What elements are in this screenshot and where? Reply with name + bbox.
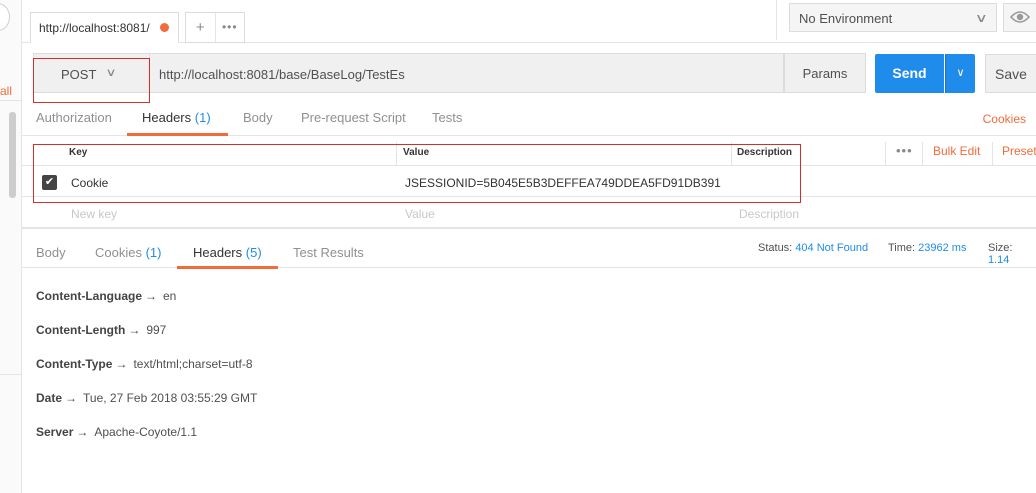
tab-label: Headers [193, 245, 243, 260]
time-info: Time: 23962 ms [888, 242, 966, 254]
left-panel-edge: all [0, 0, 22, 493]
more-options-icon[interactable]: ••• [896, 143, 913, 158]
response-header-key: Server [36, 425, 74, 439]
arrow-right-icon: → [76, 425, 89, 439]
scrollbar-thumb[interactable] [9, 112, 16, 198]
tab-headers[interactable]: Headers (1) [142, 110, 211, 125]
arrow-right-icon: → [115, 357, 128, 371]
size-label: Size: [988, 242, 1013, 254]
arrow-right-icon: → [128, 323, 141, 337]
arrow-right-icon: → [65, 391, 78, 405]
divider [0, 100, 22, 101]
save-button[interactable]: Save [985, 54, 1036, 93]
environment-area: No Environment ∨ [776, 0, 1036, 40]
active-tab-indicator [177, 266, 278, 269]
chevron-down-icon: ∨ [975, 11, 989, 25]
tab-label: Tests [432, 110, 463, 125]
tab-label: Pre-request Script [301, 110, 406, 125]
left-panel-round-button[interactable] [0, 3, 10, 31]
new-key-input[interactable]: New key [71, 207, 117, 221]
new-tab-icon[interactable]: + [186, 13, 216, 42]
eye-icon [1009, 11, 1031, 23]
tab-body[interactable]: Body [243, 110, 273, 125]
divider [0, 374, 22, 375]
url-value: http://localhost:8081/base/BaseLog/TestE… [159, 67, 405, 82]
tab-response-cookies[interactable]: Cookies (1) [95, 245, 161, 260]
tab-label: Cookies [95, 245, 142, 260]
time-value[interactable]: 23962 ms [918, 242, 966, 254]
response-header-item: Date → Tue, 27 Feb 2018 03:55:29 GMT [36, 391, 257, 405]
tab-label: Body [243, 110, 273, 125]
environment-selected-label: No Environment [799, 11, 893, 26]
highlight-box-headers [33, 144, 801, 203]
tab-label: Authorization [36, 110, 112, 125]
tab-label: Body [36, 245, 66, 260]
request-tabs: Authorization Headers (1) Body Pre-reque… [22, 100, 1036, 136]
request-tab-title: http://localhost:8081/ [39, 21, 150, 35]
params-button[interactable]: Params [784, 53, 866, 93]
status-label: Status: [758, 242, 793, 254]
cookies-link[interactable]: Cookies [983, 112, 1026, 126]
tab-test-results[interactable]: Test Results [293, 245, 364, 260]
tab-response-body[interactable]: Body [36, 245, 66, 260]
tab-pre-request-script[interactable]: Pre-request Script [301, 110, 406, 125]
response-header-key: Content-Length [36, 323, 126, 337]
more-options-icon[interactable]: ••• [216, 13, 245, 42]
unsaved-dot-icon [160, 23, 169, 32]
response-header-value: Apache-Coyote/1.1 [94, 425, 198, 439]
tab-authorization[interactable]: Authorization [36, 110, 112, 125]
active-tab-indicator [127, 133, 228, 136]
response-header-item: Content-Language → en [36, 289, 176, 303]
new-description-input[interactable]: Description [739, 207, 799, 221]
column-divider [885, 142, 886, 166]
response-header-key: Content-Type [36, 357, 113, 371]
arrow-right-icon: → [145, 289, 157, 303]
time-label: Time: [888, 242, 916, 254]
environment-select[interactable]: No Environment ∨ [789, 3, 997, 32]
tab-response-headers[interactable]: Headers (5) [193, 245, 262, 260]
tab-count: (1) [145, 245, 162, 260]
response-header-key: Content-Language [36, 289, 142, 303]
left-panel-link[interactable]: all [0, 84, 12, 98]
send-button[interactable]: Send [875, 54, 944, 93]
url-input[interactable]: http://localhost:8081/base/BaseLog/TestE… [150, 53, 784, 93]
tab-count: (5) [245, 245, 262, 260]
response-header-item: Server → Apache-Coyote/1.1 [36, 425, 197, 439]
response-header-value: text/html;charset=utf-8 [133, 357, 253, 371]
chevron-down-icon: ∨ [956, 67, 965, 79]
tab-label: Headers [142, 110, 192, 125]
new-value-input[interactable]: Value [405, 207, 435, 221]
column-divider [922, 142, 923, 166]
tab-count: (1) [194, 110, 211, 125]
presets-link[interactable]: Presets [1002, 144, 1036, 158]
highlight-box-method [33, 58, 150, 103]
request-tab[interactable]: http://localhost:8081/ [30, 12, 179, 43]
size-info: Size: 1.14 [988, 242, 1036, 266]
size-value[interactable]: 1.14 [988, 254, 1009, 266]
response-header-value: 997 [146, 323, 167, 337]
status-value[interactable]: 404 Not Found [795, 242, 868, 254]
status-info: Status: 404 Not Found [758, 242, 868, 254]
column-divider [992, 142, 993, 166]
response-header-key: Date [36, 391, 63, 405]
send-dropdown-button[interactable]: ∨ [945, 54, 975, 93]
environment-quick-look-button[interactable] [1003, 3, 1036, 32]
response-header-value: Tue, 27 Feb 2018 03:55:29 GMT [83, 391, 258, 405]
bulk-edit-link[interactable]: Bulk Edit [933, 144, 980, 158]
tab-tests[interactable]: Tests [432, 110, 462, 125]
response-header-value: en [163, 289, 177, 303]
response-header-item: Content-Length → 997 [36, 323, 166, 337]
tab-actions: + ••• [185, 12, 245, 43]
response-header-item: Content-Type → text/html;charset=utf-8 [36, 357, 253, 371]
response-tabs: Body Cookies (1) Headers (5) Test Result… [22, 228, 1036, 269]
tab-label: Test Results [293, 245, 364, 260]
